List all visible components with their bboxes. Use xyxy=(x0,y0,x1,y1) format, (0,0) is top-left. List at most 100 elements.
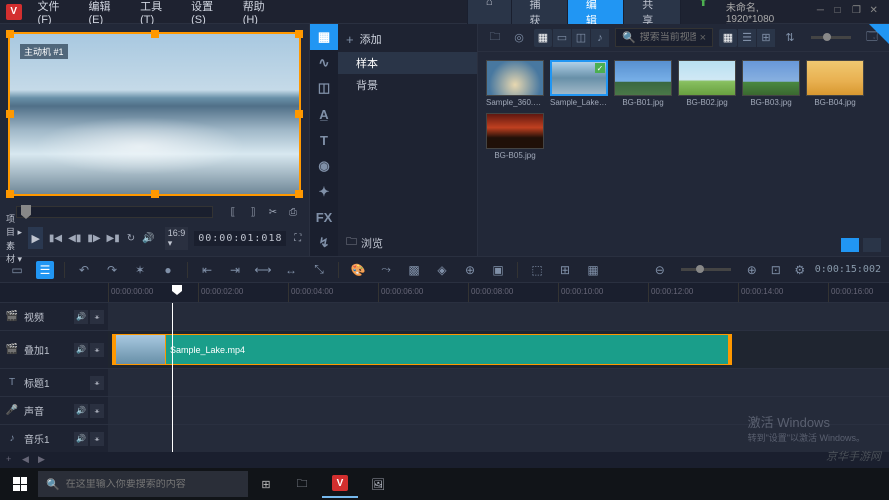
view-detail-button[interactable]: ⊞ xyxy=(757,29,775,47)
sound-tool[interactable]: ∿ xyxy=(310,50,338,76)
timeline-ruler[interactable]: 00:00:00:0000:00:02:0000:00:04:0000:00:0… xyxy=(0,283,889,303)
storyboard-view-button[interactable]: ▭ xyxy=(8,261,26,279)
track-lock[interactable]: ⚹ xyxy=(90,376,104,390)
multicam-button[interactable]: ⊞ xyxy=(556,261,574,279)
slip-button[interactable]: ⇤ xyxy=(198,261,216,279)
clear-search-button[interactable]: × xyxy=(700,32,706,44)
filter-photo-button[interactable]: ◫ xyxy=(572,29,590,47)
library-item-sample[interactable]: 样本 xyxy=(338,52,477,74)
zoom-in-button[interactable]: ⊕ xyxy=(743,261,761,279)
menu-tools[interactable]: 工具(T) xyxy=(132,0,183,26)
mark-out-button[interactable]: ⟧ xyxy=(245,204,261,220)
menu-edit[interactable]: 编辑(E) xyxy=(81,0,133,26)
roll-button[interactable]: ⟷ xyxy=(254,261,272,279)
media-thumbnail[interactable]: ✓Sample_Lake.m... xyxy=(550,60,608,107)
scroll-right-button[interactable]: ▶ xyxy=(38,454,50,466)
timeline-view-button[interactable]: ☰ xyxy=(36,261,54,279)
filter-tool[interactable]: ✦ xyxy=(310,179,338,205)
scrubber-thumb[interactable] xyxy=(21,205,31,219)
fx-tool[interactable]: FX xyxy=(310,204,338,230)
color-button[interactable]: 🎨 xyxy=(349,261,367,279)
preview-scrubber[interactable] xyxy=(16,206,213,218)
media-thumbnail[interactable]: Sample_360.mp4 xyxy=(486,60,544,107)
resize-handle[interactable] xyxy=(6,30,14,38)
track-header-video[interactable]: 🎬 视频 🔊⚹ xyxy=(0,303,108,330)
search-box[interactable]: 🔍 × xyxy=(615,28,713,47)
next-frame-button[interactable]: ▮▶ xyxy=(87,230,100,246)
track-header-voice[interactable]: 🎤 声音 🔊⚹ xyxy=(0,397,108,424)
go-start-button[interactable]: ▮◀ xyxy=(49,230,62,246)
search-input[interactable] xyxy=(640,32,696,43)
sort-button[interactable]: ◎ xyxy=(510,29,528,47)
media-thumbnail[interactable]: BG-B04.jpg xyxy=(806,60,864,107)
rate-stretch-button[interactable]: ⤡ xyxy=(310,261,328,279)
resize-handle[interactable] xyxy=(6,190,14,198)
3d-button[interactable]: ⬚ xyxy=(528,261,546,279)
library-item-background[interactable]: 背景 xyxy=(338,74,477,96)
timeline-zoom-slider[interactable] xyxy=(681,268,731,271)
pan-zoom-button[interactable]: ◈ xyxy=(433,261,451,279)
resize-handle[interactable] xyxy=(295,110,303,118)
taskbar-search[interactable]: 🔍 xyxy=(38,471,248,497)
track-lock[interactable]: ⚹ xyxy=(90,310,104,324)
resize-handle[interactable] xyxy=(151,30,159,38)
play-button[interactable]: ▶ xyxy=(28,227,42,249)
tool-options-button[interactable]: ✶ xyxy=(131,261,149,279)
aspect-ratio-select[interactable]: 16:9 ▾ xyxy=(165,227,189,250)
media-thumbnail[interactable]: BG-B03.jpg xyxy=(742,60,800,107)
sort-order-button[interactable]: ⇅ xyxy=(781,29,799,47)
track-header-music[interactable]: ♪ 音乐1 🔊⚹ xyxy=(0,425,108,452)
restore-button[interactable]: ❐ xyxy=(852,5,866,19)
track-header-overlay[interactable]: 🎬 叠加1 🔊⚹ xyxy=(0,331,108,368)
footer-view-b[interactable] xyxy=(863,238,881,252)
view-thumb-button[interactable]: ▦ xyxy=(719,29,737,47)
library-browse[interactable]: 🗀 浏览 xyxy=(338,229,391,256)
playhead-line[interactable] xyxy=(172,303,173,452)
ripple-button[interactable]: ↔ xyxy=(282,261,300,279)
text-tool[interactable]: T xyxy=(310,127,338,153)
media-thumbnail[interactable]: BG-B01.jpg xyxy=(614,60,672,107)
slide-button[interactable]: ⇥ xyxy=(226,261,244,279)
playhead-marker[interactable] xyxy=(172,285,182,295)
transition-tool[interactable]: ◫ xyxy=(310,76,338,102)
start-button[interactable] xyxy=(4,470,36,498)
undo-button[interactable]: ↶ xyxy=(75,261,93,279)
resize-handle[interactable] xyxy=(151,190,159,198)
split-button[interactable]: ✂ xyxy=(265,204,281,220)
taskbar-app-videostudio[interactable]: V xyxy=(322,470,358,498)
menu-file[interactable]: 文件(F) xyxy=(30,0,81,26)
maximize-button[interactable]: □ xyxy=(834,5,848,19)
resize-handle[interactable] xyxy=(295,190,303,198)
resize-handle[interactable] xyxy=(295,30,303,38)
menu-help[interactable]: 帮助(H) xyxy=(235,0,287,26)
track-mute[interactable]: 🔊 xyxy=(74,343,88,357)
track-mute[interactable]: 🔊 xyxy=(74,432,88,446)
taskbar-app-image[interactable]: 🖼 xyxy=(360,470,396,498)
filter-video-button[interactable]: ▭ xyxy=(553,29,571,47)
prev-frame-button[interactable]: ◀▮ xyxy=(68,230,81,246)
motion-button[interactable]: ⤳ xyxy=(377,261,395,279)
track-motion-button[interactable]: ⊕ xyxy=(461,261,479,279)
track-mute[interactable]: 🔊 xyxy=(74,404,88,418)
loop-button[interactable]: ↻ xyxy=(126,230,137,246)
chroma-button[interactable]: ▩ xyxy=(405,261,423,279)
redo-button[interactable]: ↷ xyxy=(103,261,121,279)
zoom-out-button[interactable]: ⊖ xyxy=(651,261,669,279)
library-add[interactable]: + 添加 xyxy=(338,26,477,52)
title-tool[interactable]: A̲ xyxy=(310,101,338,127)
task-view-button[interactable]: ⊞ xyxy=(250,470,282,498)
track-lock[interactable]: ⚹ xyxy=(90,432,104,446)
timeline-clip[interactable]: Sample_Lake.mp4 xyxy=(112,334,732,365)
track-lock[interactable]: ⚹ xyxy=(90,343,104,357)
thumb-zoom-slider[interactable] xyxy=(811,36,851,39)
filter-audio-button[interactable]: ♪ xyxy=(591,29,609,47)
track-header-title[interactable]: T 标题1 ⚹ xyxy=(0,369,108,396)
snapshot-button[interactable]: ⎙ xyxy=(285,204,301,220)
track-lock[interactable]: ⚹ xyxy=(90,404,104,418)
footer-view-a[interactable] xyxy=(841,238,859,252)
taskbar-app-explorer[interactable]: 🗀 xyxy=(284,470,320,498)
track-mute[interactable]: 🔊 xyxy=(74,310,88,324)
mark-in-button[interactable]: ⟦ xyxy=(225,204,241,220)
record-button[interactable]: ● xyxy=(159,261,177,279)
import-button[interactable]: 🗀 xyxy=(486,29,504,47)
